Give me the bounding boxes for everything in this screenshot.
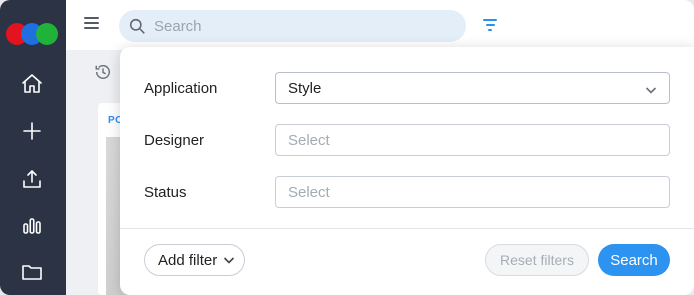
chevron-down-icon xyxy=(224,257,235,264)
designer-label: Designer xyxy=(144,132,205,149)
search-bar[interactable] xyxy=(119,10,466,42)
application-select[interactable]: Style xyxy=(275,72,670,104)
app-window: PO Application Style Designer Select Sta… xyxy=(0,0,694,295)
add-filter-label: Add filter xyxy=(158,251,218,269)
top-bar xyxy=(66,0,694,50)
status-select[interactable]: Select xyxy=(275,176,670,208)
designer-select[interactable]: Select xyxy=(275,124,670,156)
sidebar-rail xyxy=(0,0,66,295)
application-label: Application xyxy=(144,80,218,97)
home-icon[interactable] xyxy=(19,71,45,97)
history-icon[interactable] xyxy=(94,63,112,81)
search-input[interactable] xyxy=(154,17,434,35)
designer-placeholder: Select xyxy=(288,131,330,149)
plus-icon[interactable] xyxy=(19,118,45,144)
search-button[interactable]: Search xyxy=(598,244,670,276)
bar-chart-icon[interactable] xyxy=(19,212,45,238)
upload-icon[interactable] xyxy=(19,166,45,192)
app-logo[interactable] xyxy=(6,23,58,45)
application-value: Style xyxy=(288,79,322,97)
add-filter-button[interactable]: Add filter xyxy=(144,244,245,276)
status-placeholder: Select xyxy=(288,183,330,201)
logo-green-dot xyxy=(36,23,58,45)
status-label: Status xyxy=(144,184,187,201)
chevron-down-icon xyxy=(645,83,657,95)
filter-icon[interactable] xyxy=(482,16,500,34)
reset-filters-button[interactable]: Reset filters xyxy=(485,244,589,276)
search-icon xyxy=(129,18,145,34)
menu-icon[interactable] xyxy=(84,15,100,31)
filter-panel: Application Style Designer Select Status… xyxy=(120,47,694,295)
panel-divider xyxy=(120,228,694,229)
folder-icon[interactable] xyxy=(19,259,45,285)
